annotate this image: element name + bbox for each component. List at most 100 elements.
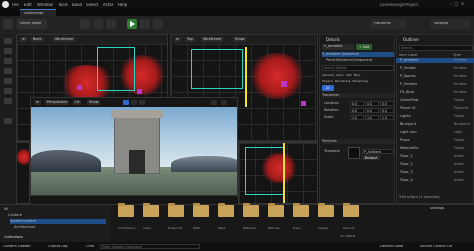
outliner-row[interactable]: Lights Folder bbox=[396, 114, 474, 119]
add-component-button[interactable]: + Add bbox=[356, 44, 372, 50]
tree-item[interactable]: All bbox=[4, 207, 104, 212]
modeling-tool-icon[interactable] bbox=[4, 98, 12, 104]
viewmode-button[interactable]: Lit bbox=[73, 100, 82, 105]
viewport-type-button[interactable]: Top bbox=[185, 37, 195, 42]
menu-edit[interactable]: Edit bbox=[24, 3, 32, 7]
rotation-x-field[interactable]: 0.0 bbox=[350, 108, 364, 113]
move-tool-icon[interactable] bbox=[123, 100, 129, 105]
landscape-tool-icon[interactable] bbox=[4, 68, 12, 74]
stop-icon[interactable] bbox=[153, 19, 163, 29]
menu-select[interactable]: Select bbox=[86, 3, 98, 7]
viewmode-button[interactable]: Wireframe bbox=[53, 37, 76, 42]
viewport-left[interactable] bbox=[238, 142, 318, 204]
outliner-row[interactable]: Light Sou. Light bbox=[396, 130, 474, 135]
folder-icon[interactable] bbox=[168, 203, 184, 217]
folder-icon[interactable] bbox=[268, 203, 284, 217]
scale-z-field[interactable]: 1.0 bbox=[380, 115, 394, 120]
viewport-menu-icon[interactable]: ≡ bbox=[20, 37, 27, 42]
outliner-row[interactable]: P_Sparks Emitter bbox=[396, 74, 474, 79]
browse-button[interactable]: Browse bbox=[362, 155, 380, 160]
menu-file[interactable]: File bbox=[12, 3, 19, 7]
outliner-row[interactable]: MaterialEx Folder bbox=[396, 146, 474, 151]
platforms-button[interactable]: Platforms bbox=[370, 19, 406, 29]
menu-window[interactable]: Window bbox=[37, 3, 53, 7]
camera-speed-icon[interactable] bbox=[211, 100, 217, 105]
folder-icon[interactable] bbox=[193, 203, 209, 217]
viewport-menu-icon[interactable]: ≡ bbox=[34, 100, 41, 105]
unreal-logo[interactable] bbox=[2, 1, 9, 8]
outliner-row[interactable]: P_Embers Emitter bbox=[396, 82, 474, 87]
outliner-row[interactable]: Floor_4 Static bbox=[396, 178, 474, 183]
collections-header[interactable]: Collections bbox=[4, 235, 104, 240]
tab-actor[interactable]: Actor bbox=[336, 73, 344, 77]
details-search-input[interactable]: Search Details bbox=[322, 65, 394, 71]
location-x-field[interactable]: 0.0 bbox=[350, 101, 364, 106]
folder-icon[interactable] bbox=[118, 203, 134, 217]
menu-tools[interactable]: Tools bbox=[58, 3, 68, 7]
show-button[interactable]: Show bbox=[87, 100, 101, 105]
select-mode-button[interactable]: Select Mode bbox=[17, 19, 47, 29]
tree-item[interactable]: Architecture bbox=[14, 225, 104, 230]
viewport-type-button[interactable]: Perspective bbox=[45, 100, 70, 105]
outliner-row[interactable]: Props Folder bbox=[396, 138, 474, 143]
outliner-row[interactable]: GameFlow Folder bbox=[396, 98, 474, 103]
scale-tool-icon[interactable] bbox=[139, 100, 145, 105]
play-options-icon[interactable] bbox=[140, 19, 150, 29]
location-z-field[interactable]: 0.0 bbox=[380, 101, 394, 106]
scale-y-field[interactable]: 1.0 bbox=[365, 115, 379, 120]
show-button[interactable]: Show bbox=[233, 37, 247, 42]
outliner-search-input[interactable]: Search... bbox=[399, 45, 473, 51]
tab-misc[interactable]: Misc bbox=[354, 73, 361, 77]
tree-item[interactable]: Content bbox=[8, 213, 108, 218]
output-log-button[interactable]: Output Log bbox=[48, 245, 68, 249]
menu-help[interactable]: Help bbox=[118, 3, 127, 7]
folder-icon[interactable] bbox=[318, 203, 334, 217]
tab-starter-map[interactable]: StarterMap bbox=[20, 9, 56, 16]
console-command-input[interactable]: Enter Console Command bbox=[100, 244, 200, 249]
menu-build[interactable]: Build bbox=[72, 3, 82, 7]
blueprint-icon[interactable] bbox=[93, 19, 103, 29]
tab-rendering[interactable]: Rendering bbox=[335, 79, 350, 83]
section-particles[interactable]: Particles bbox=[322, 139, 394, 144]
rotate-tool-icon[interactable] bbox=[131, 100, 137, 105]
tab-streaming[interactable]: Streaming bbox=[352, 79, 368, 83]
play-button[interactable] bbox=[127, 19, 137, 29]
source-control-button[interactable]: Source Control Off bbox=[420, 245, 452, 249]
folder-icon[interactable] bbox=[343, 203, 359, 217]
viewmode-button[interactable]: Wireframe bbox=[201, 37, 224, 42]
outliner-row[interactable]: Floor_3 Static bbox=[396, 170, 474, 175]
content-settings-button[interactable]: Settings bbox=[430, 207, 444, 211]
section-transform[interactable]: Transform bbox=[322, 93, 394, 98]
component-row[interactable]: ParticleSystemComponent bbox=[326, 58, 394, 63]
window-controls[interactable]: – □ ✕ bbox=[450, 2, 464, 6]
tab-general[interactable]: General bbox=[322, 73, 334, 77]
viewport-perspective[interactable]: ≡ Perspective Lit Show bbox=[30, 97, 238, 196]
tab-physics[interactable]: Physics bbox=[322, 79, 333, 83]
place-tool-icon[interactable] bbox=[4, 58, 12, 64]
content-drawer-button[interactable]: Content Drawer bbox=[3, 245, 31, 249]
save-icon[interactable] bbox=[3, 19, 13, 29]
foliage-tool-icon[interactable] bbox=[4, 78, 12, 84]
scale-x-field[interactable]: 1.0 bbox=[350, 115, 364, 120]
template-thumbnail[interactable] bbox=[348, 147, 360, 159]
settings-button[interactable]: Settings bbox=[430, 19, 470, 29]
details-filter-tabs[interactable]: General Actor LOD Misc bbox=[322, 73, 394, 78]
tree-item-selected[interactable]: StarterContent bbox=[10, 219, 106, 224]
tab-lod[interactable]: LOD bbox=[346, 73, 352, 77]
outliner-row[interactable]: Player St. PlayerSt bbox=[396, 106, 474, 111]
rotation-z-field[interactable]: 0.0 bbox=[380, 108, 394, 113]
actor-name-field[interactable]: P_Ambient bbox=[322, 44, 354, 50]
outliner-row[interactable]: Blueprint Blueprint bbox=[396, 122, 474, 127]
folder-icon[interactable] bbox=[143, 203, 159, 217]
viewport-menu-icon[interactable]: ≡ bbox=[174, 37, 181, 42]
select-tool-icon[interactable] bbox=[4, 38, 12, 44]
maximize-icon[interactable] bbox=[221, 100, 227, 105]
paint-tool-icon[interactable] bbox=[4, 88, 12, 94]
folder-icon[interactable] bbox=[293, 203, 309, 217]
outliner-row[interactable]: P_Smoke Emitter bbox=[396, 66, 474, 71]
outliner-row[interactable]: Floor_1 Static bbox=[396, 154, 474, 159]
details-filter-tabs-2[interactable]: Physics Rendering Streaming bbox=[322, 79, 394, 84]
outliner-row[interactable]: FX_Blue Emitter bbox=[396, 90, 474, 95]
cinematics-icon[interactable] bbox=[106, 19, 116, 29]
derived-data-button[interactable]: Derived Data bbox=[380, 245, 403, 249]
